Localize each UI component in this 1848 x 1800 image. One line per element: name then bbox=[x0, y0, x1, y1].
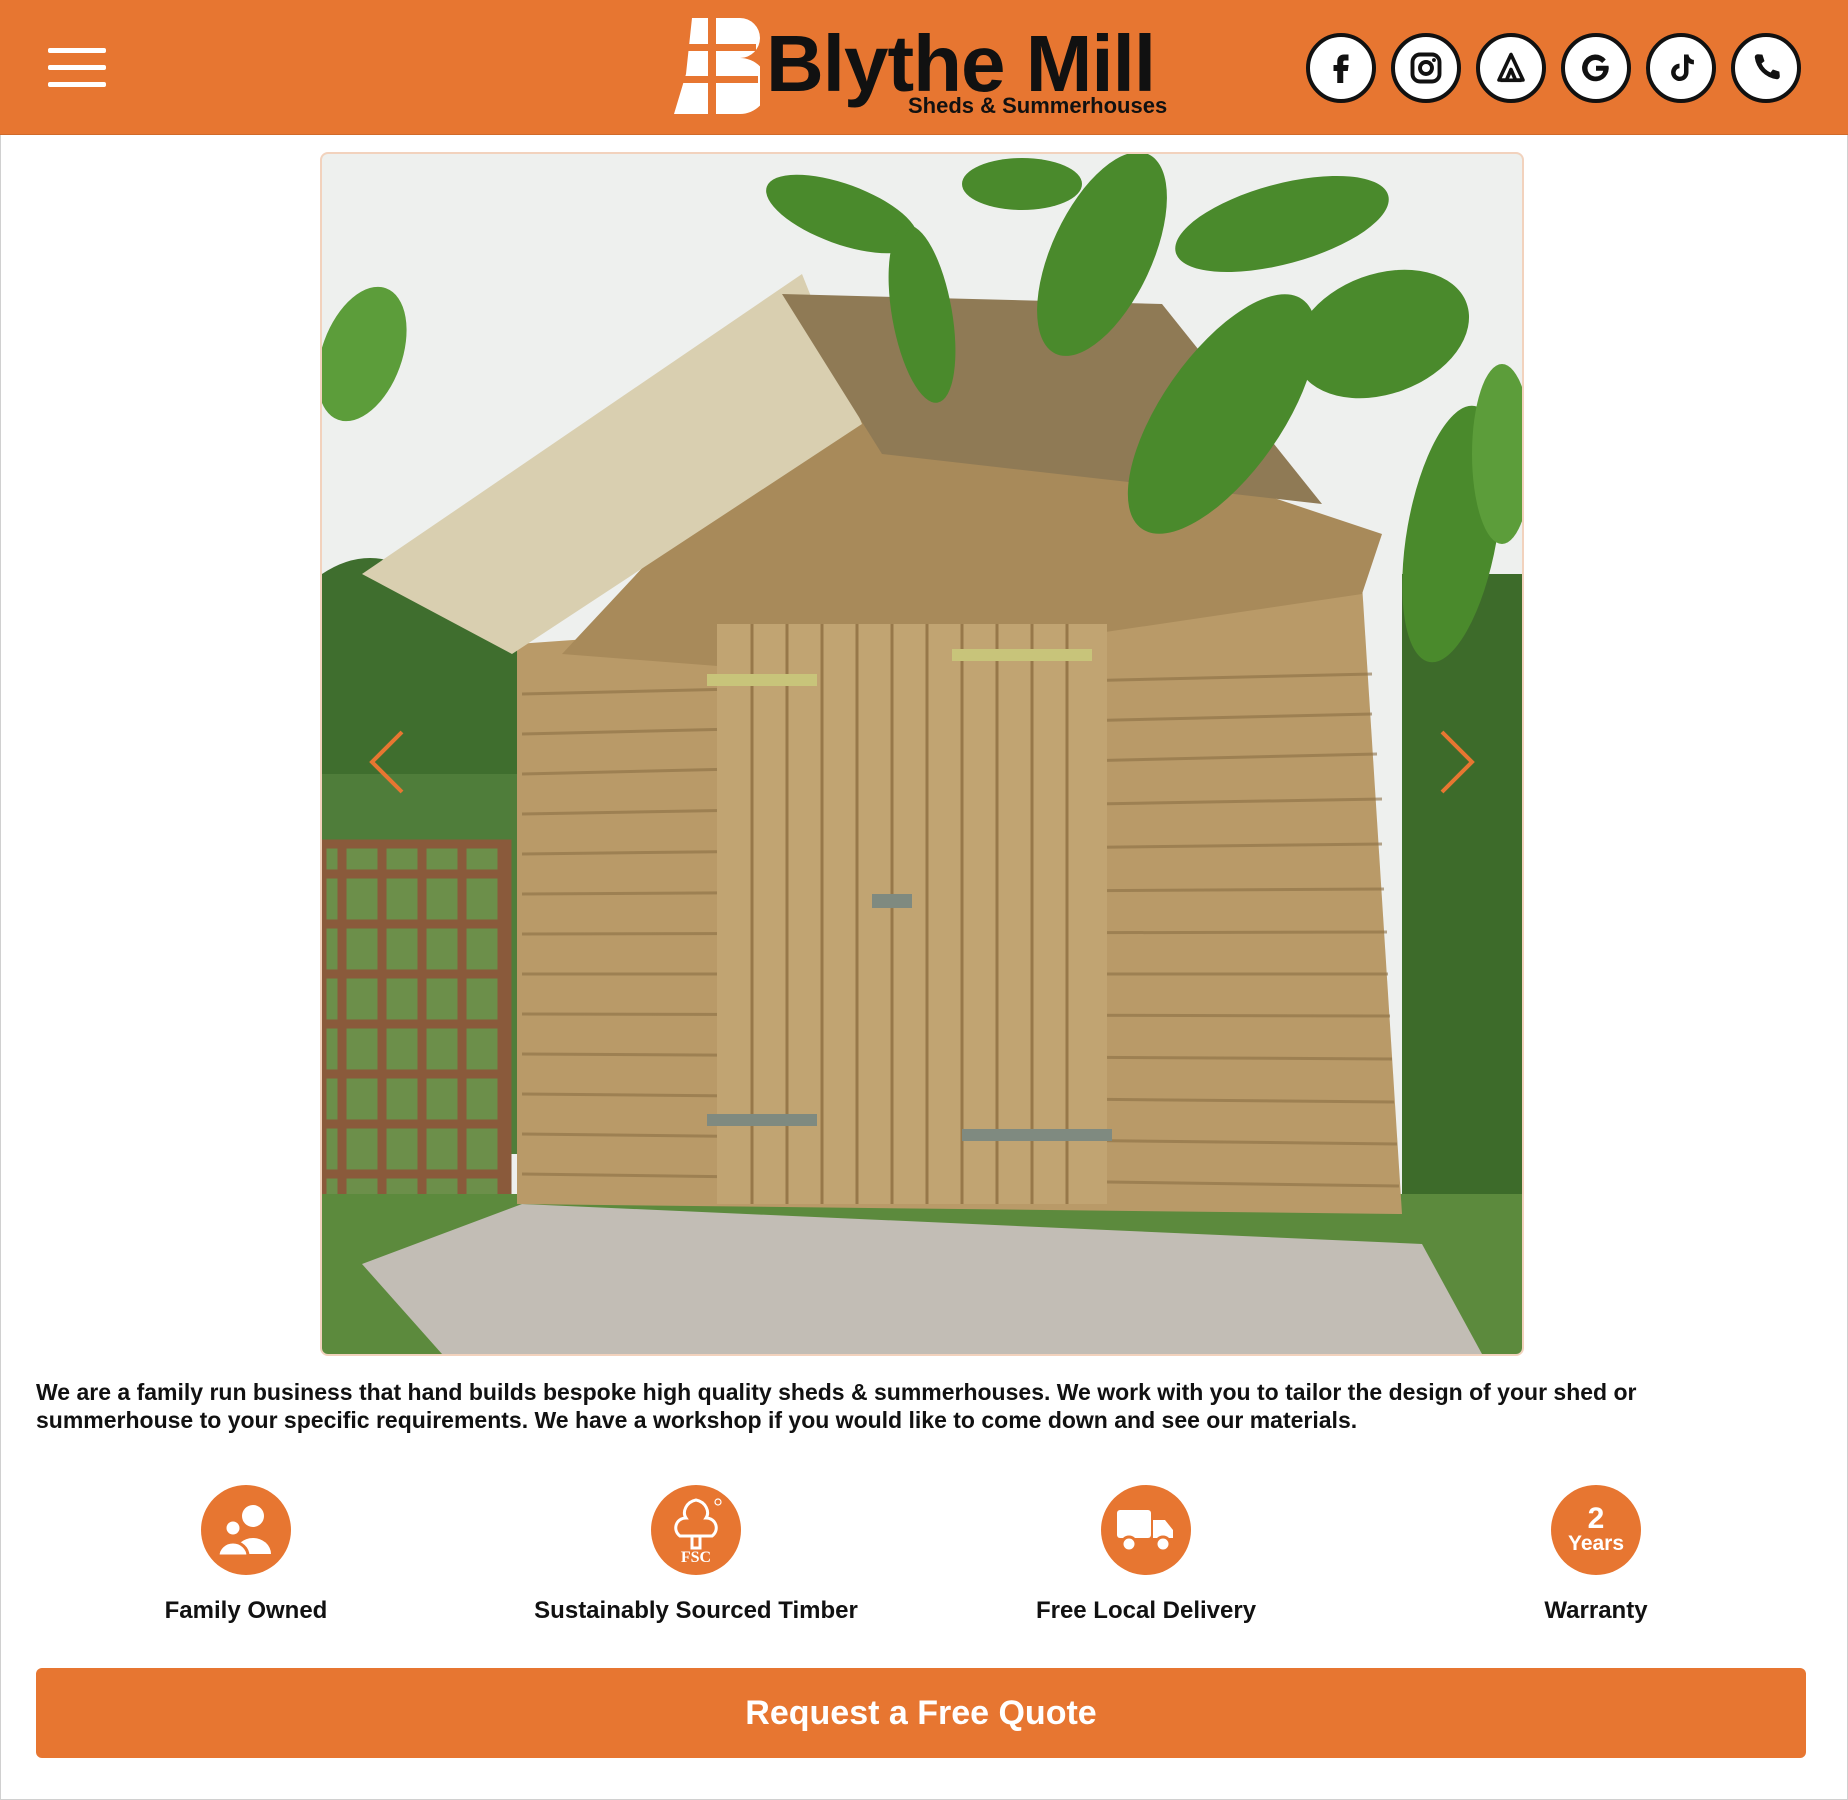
carousel-next-button[interactable] bbox=[1424, 722, 1484, 802]
logo-mark-icon bbox=[674, 18, 760, 114]
warranty-years-text: Years bbox=[1567, 1532, 1625, 1555]
intro-paragraph: We are a family run business that hand b… bbox=[36, 1379, 1637, 1433]
svg-text:FSC: FSC bbox=[681, 1549, 711, 1566]
warranty-badge-icon: 2 Years bbox=[1551, 1485, 1641, 1575]
carousel-prev-button[interactable] bbox=[360, 722, 420, 802]
feature-label: Free Local Delivery bbox=[1035, 1597, 1257, 1624]
instagram-icon[interactable] bbox=[1391, 33, 1461, 103]
fsc-tree-icon: FSC bbox=[651, 1485, 741, 1575]
tiktok-icon[interactable] bbox=[1646, 33, 1716, 103]
warranty-years-number: 2 bbox=[1587, 1502, 1605, 1535]
phone-icon[interactable] bbox=[1731, 33, 1801, 103]
feature-sustainable-timber: FSC Sustainably Sourced Timber bbox=[486, 1485, 906, 1625]
houzz-icon[interactable] bbox=[1476, 33, 1546, 103]
features-row: Family Owned FSC Sustainably Sourced Tim… bbox=[36, 1485, 1812, 1635]
hamburger-menu-icon[interactable] bbox=[48, 46, 108, 88]
facebook-icon[interactable] bbox=[1306, 33, 1376, 103]
delivery-truck-icon bbox=[1101, 1485, 1191, 1575]
google-icon[interactable] bbox=[1561, 33, 1631, 103]
feature-label: Family Owned bbox=[164, 1597, 328, 1624]
chevron-right-icon bbox=[1440, 730, 1475, 794]
family-icon bbox=[201, 1485, 291, 1575]
chevron-left-icon bbox=[369, 730, 404, 794]
social-links bbox=[1306, 33, 1801, 103]
brand-name: Blythe Mill bbox=[766, 19, 1156, 108]
feature-label: Warranty bbox=[1544, 1597, 1648, 1624]
image-carousel[interactable] bbox=[320, 152, 1524, 1356]
shed-photo bbox=[322, 154, 1522, 1354]
site-logo[interactable]: Blythe Mill Sheds & Summerhouses bbox=[670, 14, 1190, 124]
brand-tagline: Sheds & Summerhouses bbox=[908, 93, 1168, 118]
site-header: Blythe Mill Sheds & Summerhouses bbox=[0, 0, 1848, 135]
request-quote-button[interactable]: Request a Free Quote bbox=[36, 1668, 1806, 1758]
feature-family-owned: Family Owned bbox=[36, 1485, 456, 1625]
feature-free-delivery: Free Local Delivery bbox=[936, 1485, 1356, 1625]
feature-label: Sustainably Sourced Timber bbox=[534, 1597, 858, 1624]
feature-warranty: 2 Years Warranty bbox=[1386, 1485, 1806, 1625]
